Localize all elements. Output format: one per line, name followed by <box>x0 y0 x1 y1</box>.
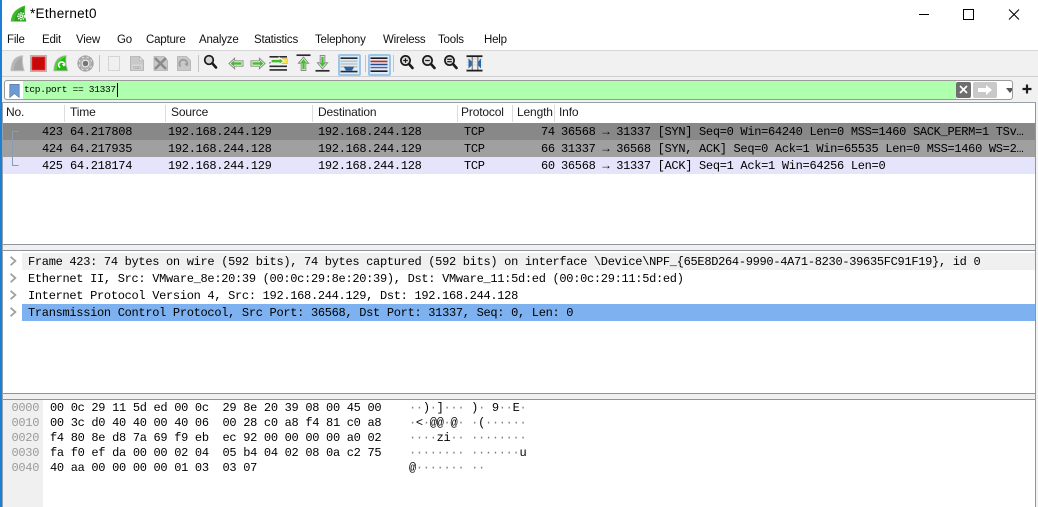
svg-text:010: 010 <box>133 65 141 70</box>
